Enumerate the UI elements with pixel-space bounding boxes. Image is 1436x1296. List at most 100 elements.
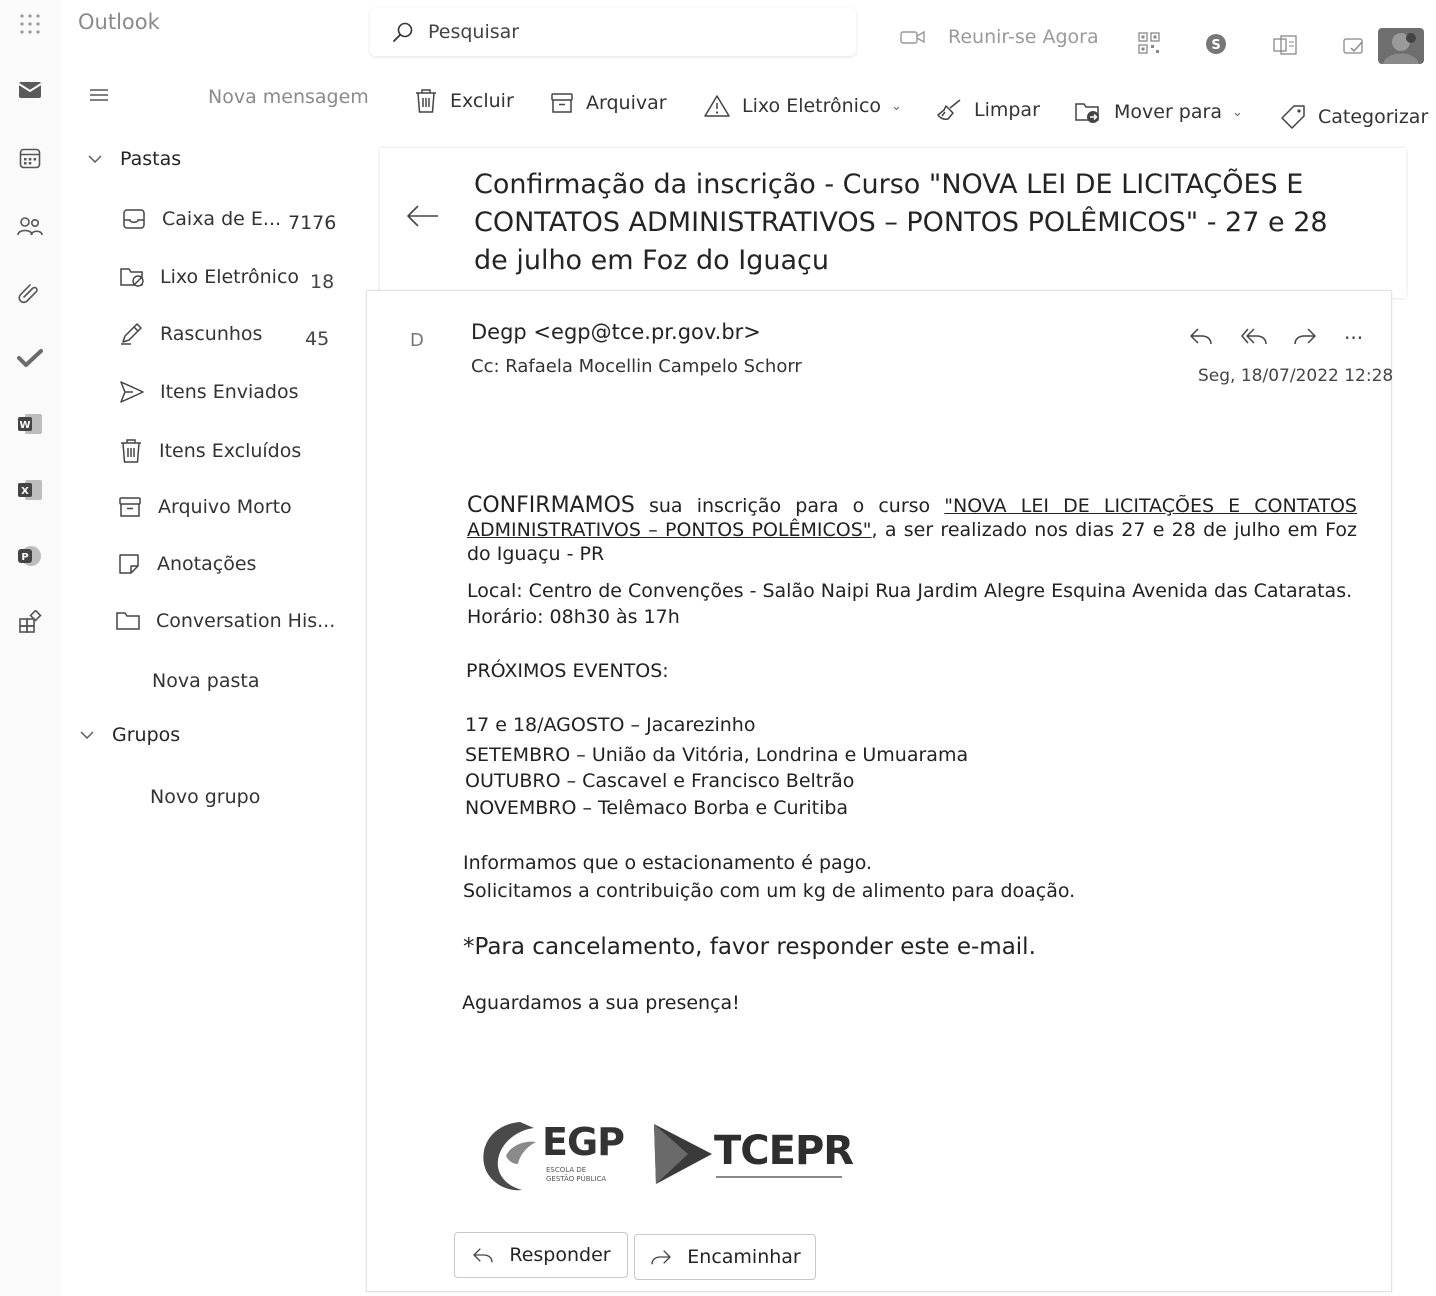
svg-text:P: P <box>21 552 28 563</box>
folder-label: Anotações <box>157 553 257 575</box>
message-subject: Confirmação da inscrição - Curso "NOVA L… <box>474 169 1328 276</box>
svg-text:S: S <box>1211 38 1220 53</box>
apps-icon[interactable] <box>12 604 48 640</box>
folder-label: Conversation His... <box>156 610 336 632</box>
folder-item-inbox[interactable]: Caixa de E... <box>120 208 281 230</box>
more-options-icon[interactable]: ··· <box>1344 326 1363 350</box>
delete-button[interactable]: Excluir <box>414 88 514 114</box>
sent-icon <box>118 380 146 404</box>
chevron-down-icon <box>80 730 94 740</box>
app-launcher-icon[interactable] <box>12 6 48 42</box>
folder-move-icon <box>1074 100 1102 124</box>
calendar-icon[interactable] <box>12 140 48 176</box>
cc-line[interactable]: Cc: Rafaela Mocellin Campelo Schorr <box>471 356 802 377</box>
people-icon[interactable] <box>12 208 48 244</box>
reply-icon <box>471 1246 495 1264</box>
event-line: 17 e 18/AGOSTO – Jacarezinho <box>465 714 756 736</box>
time-line: Horário: 08h30 às 17h <box>467 606 680 628</box>
svg-text:X: X <box>21 486 29 497</box>
forward-label: Encaminhar <box>687 1246 801 1268</box>
mail-icon[interactable] <box>12 72 48 108</box>
chevron-down-icon: ⌄ <box>891 98 902 114</box>
sender-avatar[interactable]: D <box>410 330 424 351</box>
drafts-icon <box>118 322 146 346</box>
inbox-icon <box>120 208 148 230</box>
back-arrow-icon[interactable] <box>404 204 440 228</box>
sweep-button[interactable]: Limpar <box>936 98 1040 122</box>
event-line: SETEMBRO – União da Vitória, Londrina e … <box>465 744 969 766</box>
cancel-note: *Para cancelamento, favor responder este… <box>463 934 1036 960</box>
office-icon[interactable] <box>1272 34 1298 56</box>
sender-name[interactable]: Degp <egp@tce.pr.gov.br> <box>471 320 761 344</box>
reply-button[interactable]: Responder <box>454 1232 628 1278</box>
qr-code-icon[interactable] <box>1138 32 1160 54</box>
folder-label: Rascunhos <box>160 323 263 345</box>
forward-button[interactable]: Encaminhar <box>634 1234 816 1280</box>
folder-item-drafts[interactable]: Rascunhos <box>118 322 262 346</box>
app-rail: W X P <box>0 0 62 1296</box>
trash-icon <box>117 438 145 464</box>
move-to-label: Mover para <box>1114 101 1222 123</box>
folder-item-deleted[interactable]: Itens Excluídos <box>117 438 301 464</box>
junk-label: Lixo Eletrônico <box>742 95 882 117</box>
app-title[interactable]: Outlook <box>78 10 160 34</box>
folder-item-sent[interactable]: Itens Enviados <box>118 380 299 404</box>
broom-icon <box>936 98 962 122</box>
reply-icon[interactable] <box>1188 326 1214 346</box>
search-icon <box>392 21 414 43</box>
sweep-label: Limpar <box>974 99 1040 121</box>
folder-item-junk[interactable]: Lixo Eletrônico <box>118 266 299 288</box>
skype-icon[interactable]: S <box>1204 32 1228 56</box>
message-date: Seg, 18/07/2022 12:28 <box>1198 366 1394 386</box>
egp-logo-text: EGP <box>542 1120 625 1164</box>
new-group-link[interactable]: Novo grupo <box>150 786 260 808</box>
folder-count: 18 <box>310 271 335 293</box>
attachment-icon[interactable] <box>12 274 48 310</box>
folders-section-header[interactable]: Pastas <box>88 148 181 170</box>
new-message-button[interactable]: Nova mensagem <box>208 86 369 108</box>
new-folder-link[interactable]: Nova pasta <box>152 670 259 692</box>
event-line: OUTUBRO – Cascavel e Francisco Beltrão <box>465 770 855 792</box>
search-box[interactable]: Pesquisar <box>370 8 856 56</box>
svg-text:W: W <box>19 420 30 431</box>
egp-logo-subtitle: ESCOLA DE GESTÃO PÚBLICA <box>546 1166 607 1183</box>
note-icon <box>115 552 143 576</box>
avatar[interactable] <box>1378 28 1424 64</box>
feedback-icon[interactable] <box>1342 36 1366 58</box>
excel-icon[interactable]: X <box>12 472 48 508</box>
search-input[interactable]: Pesquisar <box>428 21 519 43</box>
folder-count: 45 <box>305 328 330 350</box>
next-events-title: PRÓXIMOS EVENTOS: <box>466 660 669 682</box>
folder-item-archive[interactable]: Arquivo Morto <box>116 496 292 518</box>
folder-count: 7176 <box>288 212 337 234</box>
tcepr-logo: TCEPR <box>652 1120 854 1190</box>
junk-button[interactable]: Lixo Eletrônico ⌄ <box>704 94 902 118</box>
folder-item-conversation-history[interactable]: Conversation His... <box>114 610 335 632</box>
meet-now-button[interactable]: Reunir-se Agora <box>900 26 1099 48</box>
groups-section-header[interactable]: Grupos <box>80 724 180 746</box>
junk-icon <box>118 266 146 288</box>
reply-all-icon[interactable] <box>1240 326 1268 346</box>
reply-label: Responder <box>509 1244 611 1266</box>
archive-label: Arquivar <box>586 92 667 114</box>
video-camera-icon <box>900 29 926 45</box>
hamburger-menu-icon[interactable] <box>88 86 110 104</box>
tcepr-logo-text: TCEPR <box>714 1128 854 1174</box>
delete-label: Excluir <box>450 90 514 112</box>
archive-button[interactable]: Arquivar <box>550 92 667 114</box>
powerpoint-icon[interactable]: P <box>12 538 48 574</box>
donation-line: Solicitamos a contribuição com um kg de … <box>463 880 1076 902</box>
meet-now-label: Reunir-se Agora <box>948 26 1099 48</box>
archive-icon <box>550 92 574 114</box>
forward-icon[interactable] <box>1292 326 1318 346</box>
todo-icon[interactable] <box>12 340 48 376</box>
archive-icon <box>116 496 144 518</box>
folders-section-label: Pastas <box>120 148 182 170</box>
folder-icon <box>114 610 142 632</box>
folder-item-notes[interactable]: Anotações <box>115 552 256 576</box>
move-to-button[interactable]: Mover para ⌄ <box>1074 100 1243 124</box>
word-icon[interactable]: W <box>12 406 48 442</box>
forward-icon <box>649 1248 673 1266</box>
folder-label: Arquivo Morto <box>158 496 292 518</box>
categorize-button[interactable]: Categorizar ⌄ <box>1280 104 1436 130</box>
